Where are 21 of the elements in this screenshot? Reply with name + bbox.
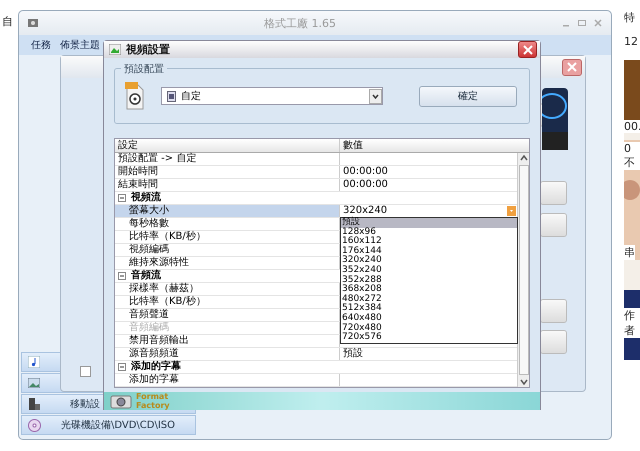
- setting-value: 00:00:00: [343, 166, 388, 178]
- page-text: 作者: [624, 308, 640, 338]
- column-header: 數值: [342, 139, 364, 152]
- window-title: 格式工廠 1.65: [263, 16, 337, 30]
- page-text: 0不: [624, 142, 640, 170]
- group-name: 音頻流: [131, 270, 161, 282]
- setting-value: 預設: [343, 348, 363, 360]
- column-header: 設定: [115, 139, 340, 152]
- page-text: 串: [624, 245, 635, 260]
- setting-value: 00:00:00: [343, 179, 388, 191]
- group-label: 預設配置: [121, 62, 167, 76]
- setting-value: 320x240: [343, 205, 388, 216]
- logo-text: Factory: [136, 401, 170, 410]
- page-text: 00.: [624, 120, 640, 133]
- page-text: 特: [624, 10, 635, 25]
- page-text: 12: [624, 35, 638, 48]
- dialog-title: 視頻設置: [126, 42, 171, 57]
- group-name: 添加的字幕: [131, 361, 181, 373]
- page-text: 自: [2, 14, 13, 29]
- logo-text: Format: [136, 392, 170, 401]
- group-name: 視頻流: [131, 192, 161, 204]
